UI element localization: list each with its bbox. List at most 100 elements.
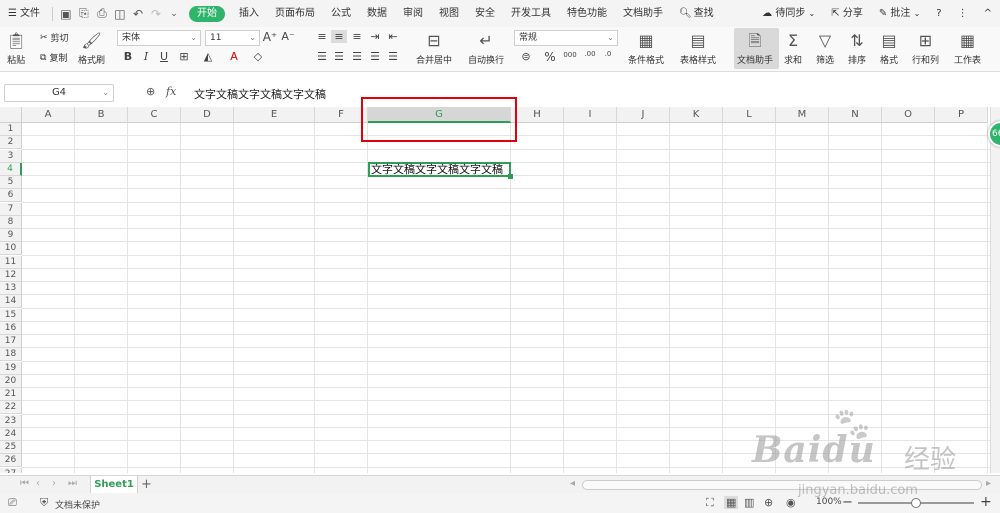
increase-decimal-icon[interactable]: .00 [582, 50, 598, 58]
copy-button[interactable]: ⧉ 复制 [40, 51, 67, 65]
column-header[interactable]: J [617, 107, 670, 123]
format-painter-button[interactable]: 🖌︎ 格式刷 [78, 29, 105, 66]
currency-icon[interactable]: ⊜ [518, 50, 534, 63]
row-header[interactable]: 12 [0, 268, 22, 282]
column-header[interactable]: H [511, 107, 564, 123]
export-pdf-icon[interactable]: ⎘ [75, 0, 93, 27]
help-button[interactable]: ? [928, 0, 949, 27]
redo-icon[interactable]: ↷ [147, 0, 165, 27]
tab-0[interactable]: 开始 [188, 5, 225, 22]
font-color-icon[interactable]: A [226, 50, 242, 63]
align-left-icon[interactable]: ☰ [314, 50, 330, 63]
bold-icon[interactable]: B [120, 50, 136, 63]
doc-assistant-button[interactable]: 🗎︎ 文档助手 [737, 29, 773, 66]
function-icon[interactable]: fx [166, 85, 176, 98]
name-box[interactable]: G4 ⌄ [4, 84, 114, 102]
print-preview-icon[interactable]: ◫ [111, 0, 129, 27]
paste-button[interactable]: 📋︎ 粘贴 [6, 29, 26, 66]
row-header[interactable]: 10 [0, 242, 22, 256]
customize-quickbar-icon[interactable]: ⌄ [165, 0, 183, 27]
last-sheet-icon[interactable]: ⏭ [68, 478, 77, 489]
comment-button[interactable]: ✎ 批注 ⌄ [871, 0, 928, 27]
increase-font-icon[interactable]: A⁺ [262, 30, 278, 44]
column-header[interactable]: C [128, 107, 181, 123]
protection-status[interactable]: 文档未保护 [55, 498, 100, 511]
align-center-icon[interactable]: ☰ [331, 50, 347, 63]
tab-5[interactable]: 审阅 [395, 0, 431, 27]
select-all-corner[interactable] [0, 107, 22, 123]
cut-button[interactable]: ✂ 剪切 [40, 31, 69, 45]
row-header[interactable]: 22 [0, 401, 22, 415]
zoom-search-icon[interactable]: ⊕ [146, 85, 155, 98]
row-header[interactable]: 5 [0, 176, 22, 189]
font-size-select[interactable]: 11 ⌄ [205, 30, 260, 46]
row-header[interactable]: 13 [0, 282, 22, 295]
macro-record-icon[interactable]: ⎚ [8, 496, 17, 510]
row-header[interactable]: 20 [0, 374, 22, 388]
tab-7[interactable]: 安全 [467, 0, 503, 27]
row-header[interactable]: 27 [0, 467, 22, 473]
font-name-select[interactable]: 宋体 ⌄ [117, 30, 201, 46]
italic-icon[interactable]: I [138, 50, 154, 63]
merge-center-button[interactable]: ⊟ 合并居中 [416, 29, 452, 66]
save-icon[interactable]: ▣ [57, 0, 75, 27]
decrease-decimal-icon[interactable]: .0 [600, 50, 616, 58]
row-header[interactable]: 26 [0, 454, 22, 468]
fill-color-icon[interactable]: ◭ [200, 50, 216, 63]
decrease-font-icon[interactable]: A⁻ [280, 30, 296, 43]
underline-icon[interactable]: U [156, 50, 172, 63]
row-header[interactable]: 19 [0, 361, 22, 375]
file-menu[interactable]: ☰ 文件 [0, 0, 48, 27]
worksheet-button[interactable]: ▦ 工作表 [954, 29, 981, 66]
tab-9[interactable]: 特色功能 [559, 0, 615, 27]
filter-button[interactable]: ▽ 筛选 [816, 29, 834, 66]
row-header[interactable]: 11 [0, 255, 22, 269]
tab-10[interactable]: 文档助手 [615, 0, 671, 27]
column-header[interactable]: A [22, 107, 75, 123]
normal-view-icon[interactable]: ▦ [724, 496, 739, 509]
column-header[interactable]: D [181, 107, 234, 123]
percent-icon[interactable]: % [542, 50, 558, 64]
tab-2[interactable]: 页面布局 [267, 0, 323, 27]
first-sheet-icon[interactable]: ⏮ [20, 478, 29, 489]
more-button[interactable]: ⋮ [950, 0, 976, 27]
justify-icon[interactable]: ☰ [367, 50, 383, 63]
tab-3[interactable]: 公式 [323, 0, 359, 27]
format-button[interactable]: ▤ 格式 [880, 29, 898, 66]
sheet-tab-sheet1[interactable]: Sheet1 [90, 476, 138, 494]
sort-button[interactable]: ⇅ 排序 [848, 29, 866, 66]
column-header[interactable]: M [776, 107, 829, 123]
formula-input[interactable]: 文字文稿文字文稿文字文稿 [194, 86, 326, 102]
row-header[interactable]: 8 [0, 215, 22, 229]
tab-1[interactable]: 插入 [231, 0, 267, 27]
row-header[interactable]: 23 [0, 414, 22, 428]
column-header[interactable]: N [829, 107, 882, 123]
sum-button[interactable]: Σ 求和 [784, 29, 802, 66]
print-icon[interactable]: ⎙ [93, 0, 111, 27]
row-header[interactable]: 6 [0, 189, 22, 203]
sync-button[interactable]: ☁ 待同步 ⌄ [754, 0, 823, 27]
undo-icon[interactable]: ↶ [129, 0, 147, 27]
align-top-icon[interactable]: ≡ [314, 30, 330, 43]
row-header[interactable]: 17 [0, 335, 22, 348]
row-header[interactable]: 4 [0, 162, 22, 176]
search-button[interactable]: 🔍︎ 查找 [671, 0, 722, 27]
row-header[interactable]: 21 [0, 388, 22, 401]
vertical-scrollbar[interactable] [990, 107, 1000, 473]
row-header[interactable]: 25 [0, 441, 22, 454]
row-header[interactable]: 16 [0, 321, 22, 335]
row-header[interactable]: 9 [0, 229, 22, 242]
row-header[interactable]: 15 [0, 308, 22, 322]
row-col-button[interactable]: ⊞ 行和列 [912, 29, 939, 66]
scroll-right-icon[interactable]: ▸ [986, 478, 991, 489]
active-cell[interactable]: 文字文稿文字文稿文字文稿 [368, 161, 511, 177]
next-sheet-icon[interactable]: › [52, 478, 56, 489]
row-header[interactable]: 14 [0, 295, 22, 309]
column-header[interactable]: E [234, 107, 315, 123]
row-header[interactable]: 7 [0, 202, 22, 216]
row-header[interactable]: 2 [0, 136, 22, 150]
collapse-ribbon-button[interactable]: ^ [976, 0, 1000, 27]
fill-handle[interactable] [508, 174, 513, 179]
row-header[interactable]: 3 [0, 149, 22, 163]
zoom-in-button[interactable]: + [980, 494, 992, 510]
